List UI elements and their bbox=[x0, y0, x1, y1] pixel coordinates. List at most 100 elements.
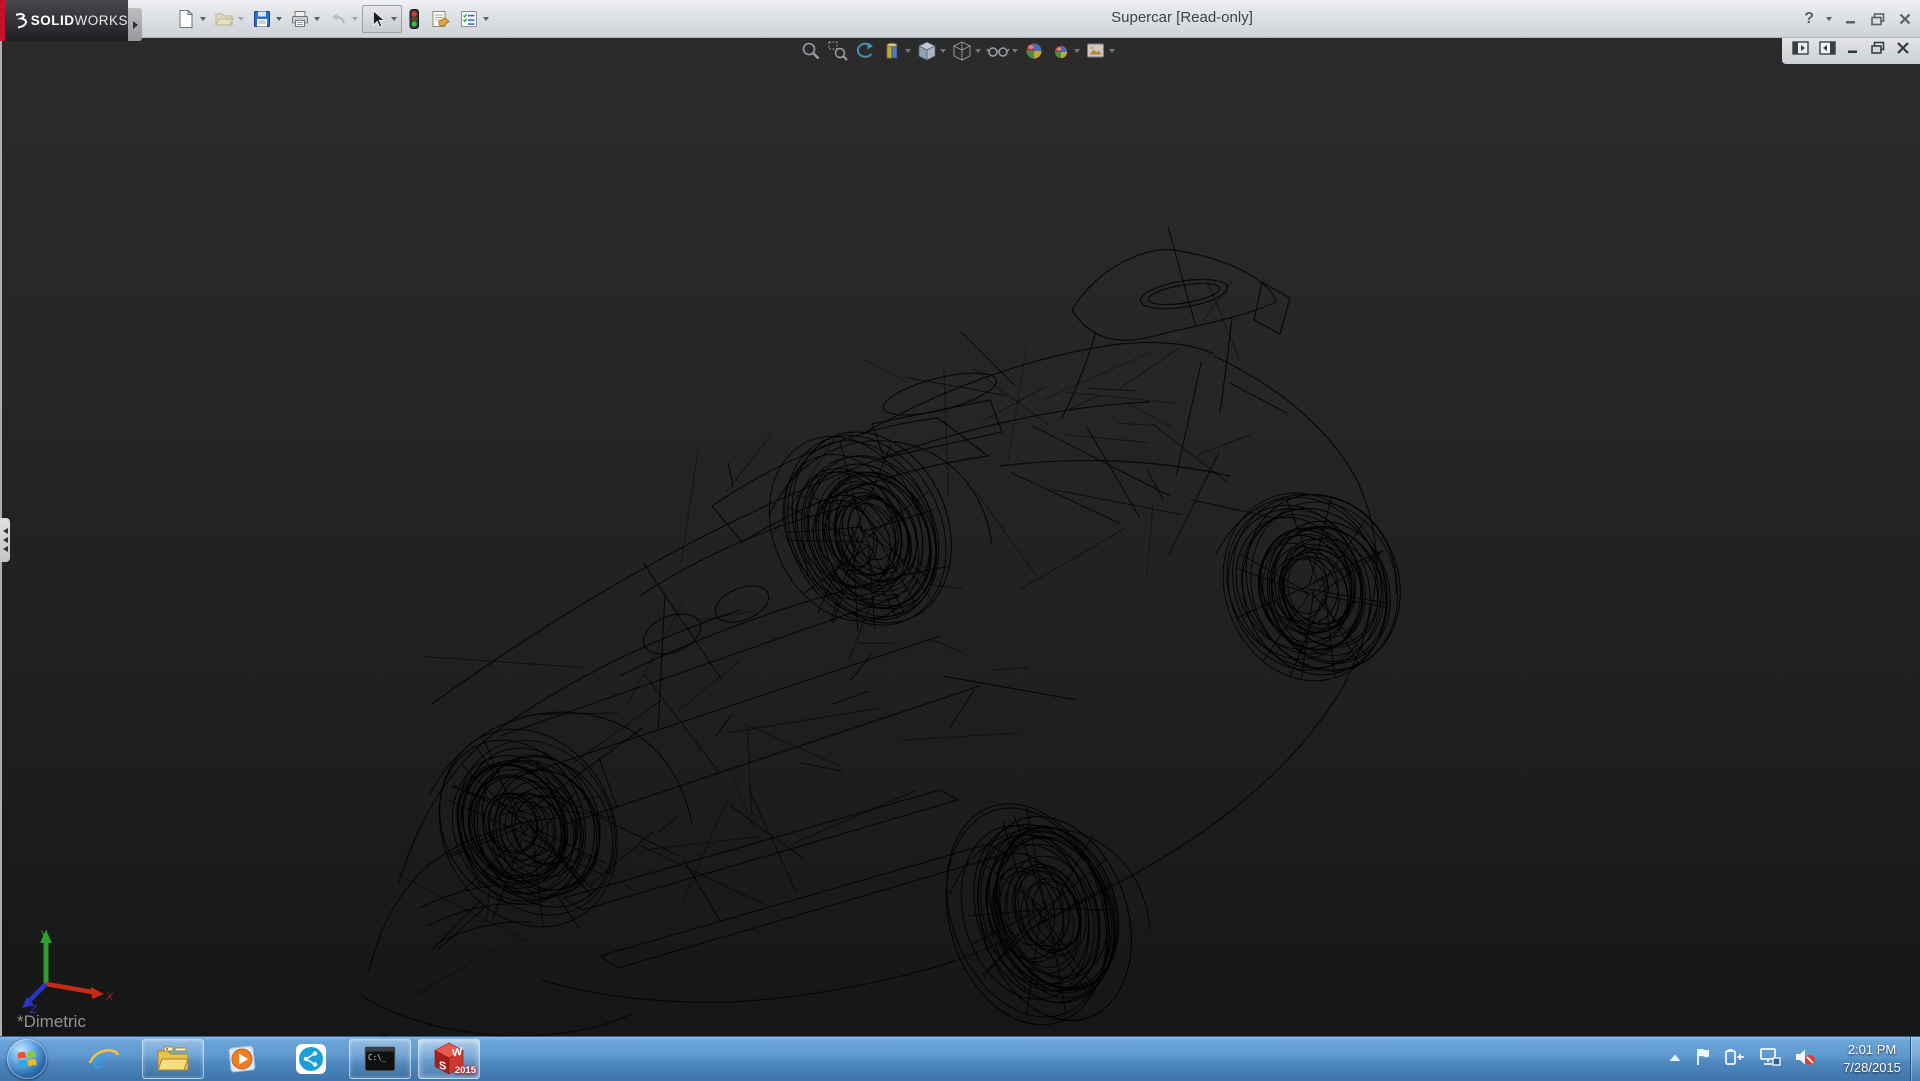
cmd-prompt-text: C:\_ bbox=[368, 1053, 387, 1062]
action-center-flag-icon[interactable] bbox=[1695, 1047, 1711, 1072]
collapse-arrow-icon bbox=[3, 537, 8, 543]
zoom-to-area-button[interactable] bbox=[827, 40, 849, 62]
pane-right-button[interactable] bbox=[1819, 41, 1836, 60]
volume-muted-icon[interactable] bbox=[1794, 1047, 1816, 1072]
view-settings-button[interactable] bbox=[1085, 40, 1115, 62]
taskbar-apps: e C:\_ SW 2015 bbox=[73, 1039, 480, 1079]
svg-text:S: S bbox=[439, 1060, 446, 1073]
options-icon bbox=[459, 9, 479, 29]
window-buttons: ? bbox=[1804, 0, 1912, 37]
taskbar-windows-explorer[interactable] bbox=[142, 1039, 204, 1079]
collapse-arrow-icon bbox=[3, 546, 8, 552]
open-icon bbox=[214, 9, 234, 29]
dropdown-arrow[interactable] bbox=[940, 49, 946, 53]
dropdown-arrow[interactable] bbox=[352, 17, 358, 21]
previous-view-icon bbox=[854, 40, 876, 62]
view-orientation-label: *Dimetric bbox=[17, 1012, 86, 1032]
view-settings-icon bbox=[1085, 40, 1107, 62]
orientation-triad[interactable]: Y X Z bbox=[20, 922, 120, 1019]
undo-button[interactable] bbox=[324, 6, 362, 32]
dropdown-arrow[interactable] bbox=[483, 17, 489, 21]
dropdown-arrow[interactable] bbox=[276, 17, 282, 21]
section-view-icon bbox=[881, 40, 903, 62]
clock-date: 7/28/2015 bbox=[1836, 1059, 1908, 1077]
command-prompt-icon: C:\_ bbox=[364, 1046, 396, 1072]
help-dropdown-arrow[interactable] bbox=[1826, 17, 1832, 21]
options-button[interactable] bbox=[455, 6, 493, 32]
windows-logo-icon bbox=[16, 1048, 38, 1070]
logo-flyout-tab[interactable] bbox=[128, 8, 142, 41]
dropdown-arrow[interactable] bbox=[200, 17, 206, 21]
document-window-controls bbox=[1782, 36, 1920, 64]
dropdown-arrow[interactable] bbox=[1074, 49, 1080, 53]
clock-time: 2:01 PM bbox=[1836, 1041, 1908, 1059]
file-properties-icon bbox=[430, 9, 451, 29]
print-button[interactable] bbox=[286, 6, 324, 32]
taskbar-media-player[interactable] bbox=[211, 1039, 273, 1079]
main-toolbar bbox=[172, 2, 493, 35]
media-player-icon bbox=[226, 1043, 258, 1075]
doc-close-button[interactable] bbox=[1896, 41, 1910, 60]
taskbar-internet-explorer[interactable]: e bbox=[73, 1039, 135, 1079]
x-axis bbox=[46, 984, 92, 992]
new-document-button[interactable] bbox=[172, 6, 210, 32]
dropdown-arrow[interactable] bbox=[314, 17, 320, 21]
rebuild-button[interactable] bbox=[402, 5, 426, 33]
dropdown-arrow[interactable] bbox=[1109, 49, 1115, 53]
apply-scene-icon bbox=[1050, 40, 1072, 62]
wireframe-car-model[interactable] bbox=[0, 36, 1920, 1036]
featuremanager-collapsed-tab[interactable] bbox=[0, 518, 10, 562]
appearance-sphere-icon bbox=[1023, 40, 1045, 62]
system-tray bbox=[1668, 1037, 1816, 1081]
z-axis bbox=[30, 984, 46, 1000]
undo-icon bbox=[328, 9, 348, 29]
save-button[interactable] bbox=[248, 6, 286, 32]
dropdown-arrow[interactable] bbox=[391, 17, 397, 21]
solidworks-3s-mark-icon bbox=[10, 11, 27, 31]
print-icon bbox=[290, 9, 310, 29]
doc-restore-button[interactable] bbox=[1870, 41, 1886, 60]
hide-show-items-button[interactable] bbox=[986, 40, 1018, 62]
file-properties-button[interactable] bbox=[426, 6, 455, 32]
logo-red-stripe bbox=[0, 0, 5, 41]
previous-view-button[interactable] bbox=[854, 40, 876, 62]
taskbar-solidworks[interactable]: SW 2015 bbox=[418, 1039, 480, 1079]
show-hidden-icons-button[interactable] bbox=[1668, 1050, 1682, 1068]
folder-icon bbox=[156, 1045, 190, 1073]
close-button[interactable] bbox=[1898, 12, 1912, 26]
open-button[interactable] bbox=[210, 6, 248, 32]
network-icon[interactable] bbox=[1759, 1047, 1781, 1072]
y-axis-label: Y bbox=[40, 929, 48, 941]
apply-scene-button[interactable] bbox=[1050, 40, 1080, 62]
brand-text: SOLIDWORKS bbox=[31, 13, 128, 28]
section-view-button[interactable] bbox=[881, 40, 911, 62]
dropdown-arrow[interactable] bbox=[1012, 49, 1018, 53]
pane-left-button[interactable] bbox=[1792, 41, 1809, 60]
minimize-button[interactable] bbox=[1844, 12, 1858, 26]
taskbar-share-app[interactable] bbox=[280, 1039, 342, 1079]
start-button[interactable] bbox=[7, 1039, 47, 1079]
edit-appearance-button[interactable] bbox=[1023, 40, 1045, 62]
svg-text:W: W bbox=[452, 1046, 463, 1060]
titlebar: Supercar [Read-only] ? bbox=[0, 0, 1920, 38]
tray-clock[interactable]: 2:01 PM 7/28/2015 bbox=[1836, 1041, 1908, 1077]
show-desktop-button[interactable] bbox=[1910, 1037, 1920, 1081]
dropdown-arrow[interactable] bbox=[238, 17, 244, 21]
zoom-to-fit-button[interactable] bbox=[800, 40, 822, 62]
zoom-to-area-icon bbox=[827, 40, 849, 62]
select-tool-button[interactable] bbox=[362, 5, 402, 33]
solidworks-year-badge: 2015 bbox=[455, 1065, 476, 1076]
eyeglasses-icon bbox=[986, 40, 1010, 62]
dropdown-arrow[interactable] bbox=[975, 49, 981, 53]
doc-minimize-button[interactable] bbox=[1846, 41, 1860, 60]
display-style-button[interactable] bbox=[951, 40, 981, 62]
dropdown-arrow[interactable] bbox=[905, 49, 911, 53]
power-icon[interactable] bbox=[1724, 1047, 1746, 1072]
restore-button[interactable] bbox=[1870, 12, 1886, 26]
solidworks-logo: SOLIDWORKS bbox=[0, 0, 128, 41]
view-orientation-button[interactable] bbox=[916, 40, 946, 62]
taskbar-command-prompt[interactable]: C:\_ bbox=[349, 1039, 411, 1079]
view-orientation-cube-icon bbox=[916, 40, 938, 62]
help-button[interactable]: ? bbox=[1804, 10, 1814, 28]
internet-explorer-icon: e bbox=[87, 1043, 121, 1075]
